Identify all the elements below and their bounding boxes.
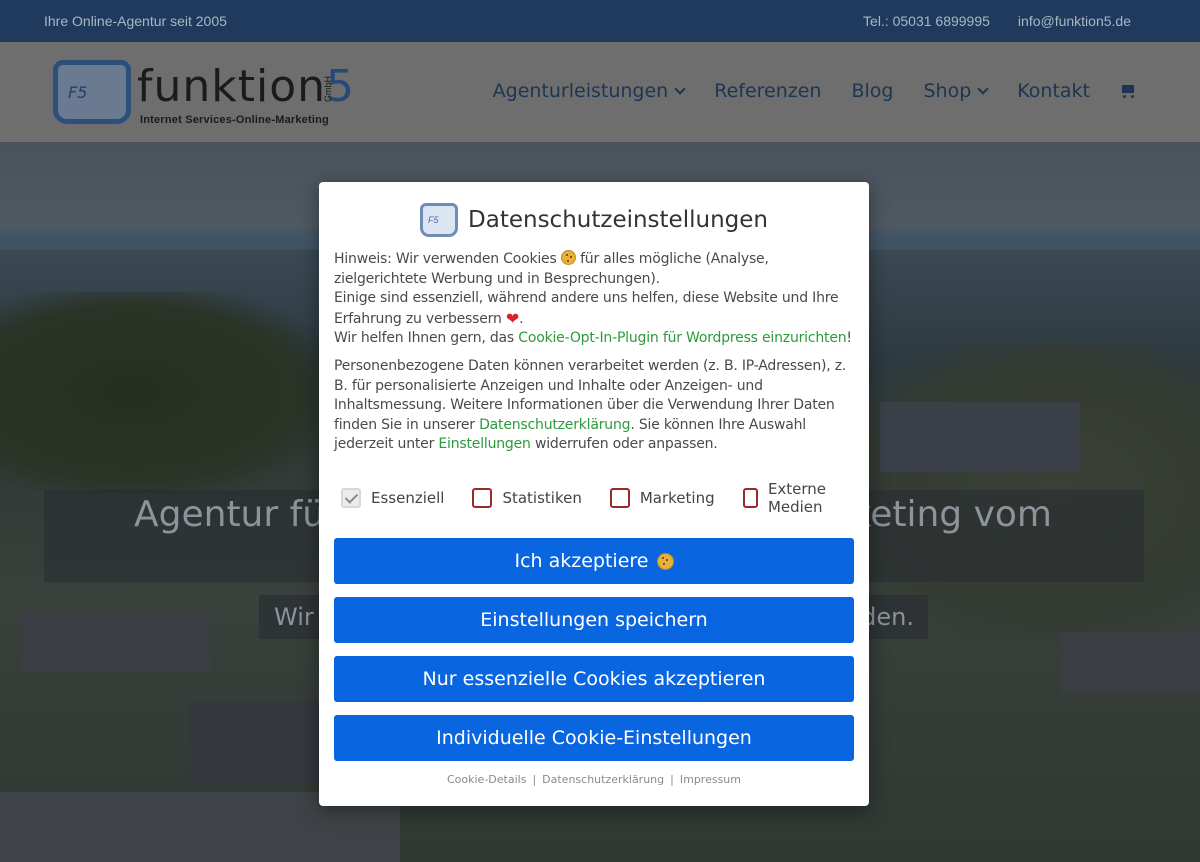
email-link[interactable]: info@funktion5.de: [1018, 13, 1131, 29]
checkbox-externe-medien-box[interactable]: [742, 488, 758, 508]
checkbox-essenziell-box: [341, 488, 361, 508]
checkbox-externe-medien[interactable]: Externe Medien: [742, 480, 851, 516]
shopping-cart-icon[interactable]: [1120, 83, 1138, 99]
hero-roof: [20, 612, 210, 672]
cookie-details-link[interactable]: Cookie-Details: [447, 773, 526, 786]
heart-icon: ❤: [505, 308, 520, 328]
logo-subtitle: Internet Services-Online-Marketing: [140, 114, 329, 126]
dialog-body: Hinweis: Wir verwenden Cookies für alles…: [334, 250, 856, 463]
cookie-categories: Essenziell Statistiken Marketing Externe…: [341, 480, 851, 516]
logo-key-icon: F5: [53, 60, 131, 124]
notice-paragraph: Hinweis: Wir verwenden Cookies für alles…: [334, 250, 852, 347]
accept-all-button[interactable]: Ich akzeptiere: [334, 538, 854, 584]
contact-info: Tel.: 05031 6899995 info@funktion5.de: [863, 13, 1131, 29]
nav-item-agenturleistungen[interactable]: Agenturleistungen: [493, 80, 686, 102]
tagline: Ihre Online-Agentur seit 2005: [44, 13, 227, 29]
checkbox-essenziell: Essenziell: [341, 488, 444, 508]
save-settings-button[interactable]: Einstellungen speichern: [334, 597, 854, 643]
imprint-link[interactable]: Impressum: [680, 773, 741, 786]
hero-roof: [880, 402, 1080, 472]
hero-roof: [1060, 632, 1200, 692]
logo-suffix: GmbH: [323, 75, 333, 102]
nav-item-kontakt[interactable]: Kontakt: [1017, 80, 1090, 102]
dialog-title: Datenschutzeinstellungen: [468, 207, 768, 233]
cookie-icon: [656, 552, 674, 570]
plugin-link[interactable]: Cookie-Opt-In-Plugin für Wordpress einzu…: [518, 330, 846, 346]
dialog-footer-links: Cookie-Details | Datenschutzerklärung | Impr…: [446, 773, 741, 786]
settings-link[interactable]: Einstellungen: [438, 436, 531, 452]
individual-settings-button[interactable]: Individuelle Cookie-Einstellungen: [334, 715, 854, 761]
chevron-down-icon: [674, 82, 686, 95]
logo-key-icon: F5: [420, 203, 459, 237]
nav-item-shop[interactable]: Shop: [923, 80, 989, 102]
phone-link[interactable]: Tel.: 05031 6899995: [863, 13, 990, 29]
cookie-icon: [560, 250, 576, 265]
main-nav: Agenturleistungen Referenzen Blog Shop K…: [493, 80, 1138, 102]
nav-item-referenzen[interactable]: Referenzen: [714, 80, 821, 102]
cookie-consent-dialog: F5 Datenschutzeinstellungen Hinweis: Wir…: [319, 182, 869, 806]
top-bar: Ihre Online-Agentur seit 2005 Tel.: 0503…: [0, 0, 1200, 42]
site-logo[interactable]: F5 funktion5 GmbH Internet Services-Onli…: [53, 58, 354, 128]
privacy-policy-link[interactable]: Datenschutzerklärung: [479, 417, 630, 433]
chevron-down-icon: [977, 82, 989, 95]
checkbox-statistiken[interactable]: Statistiken: [472, 488, 582, 508]
dialog-header: F5 Datenschutzeinstellungen: [319, 200, 869, 240]
checkbox-marketing-box[interactable]: [609, 488, 630, 508]
hero-trees-left: [0, 292, 330, 492]
privacy-paragraph: Personenbezogene Daten können verarbeite…: [334, 357, 847, 453]
site-header: F5 funktion5 GmbH Internet Services-Onli…: [0, 42, 1200, 142]
nav-item-blog[interactable]: Blog: [851, 80, 893, 102]
checkbox-marketing[interactable]: Marketing: [609, 488, 715, 508]
accept-essential-button[interactable]: Nur essenzielle Cookies akzeptieren: [334, 656, 854, 702]
checkbox-statistiken-box[interactable]: [472, 488, 493, 508]
footer-privacy-link[interactable]: Datenschutzerklärung: [542, 773, 664, 786]
